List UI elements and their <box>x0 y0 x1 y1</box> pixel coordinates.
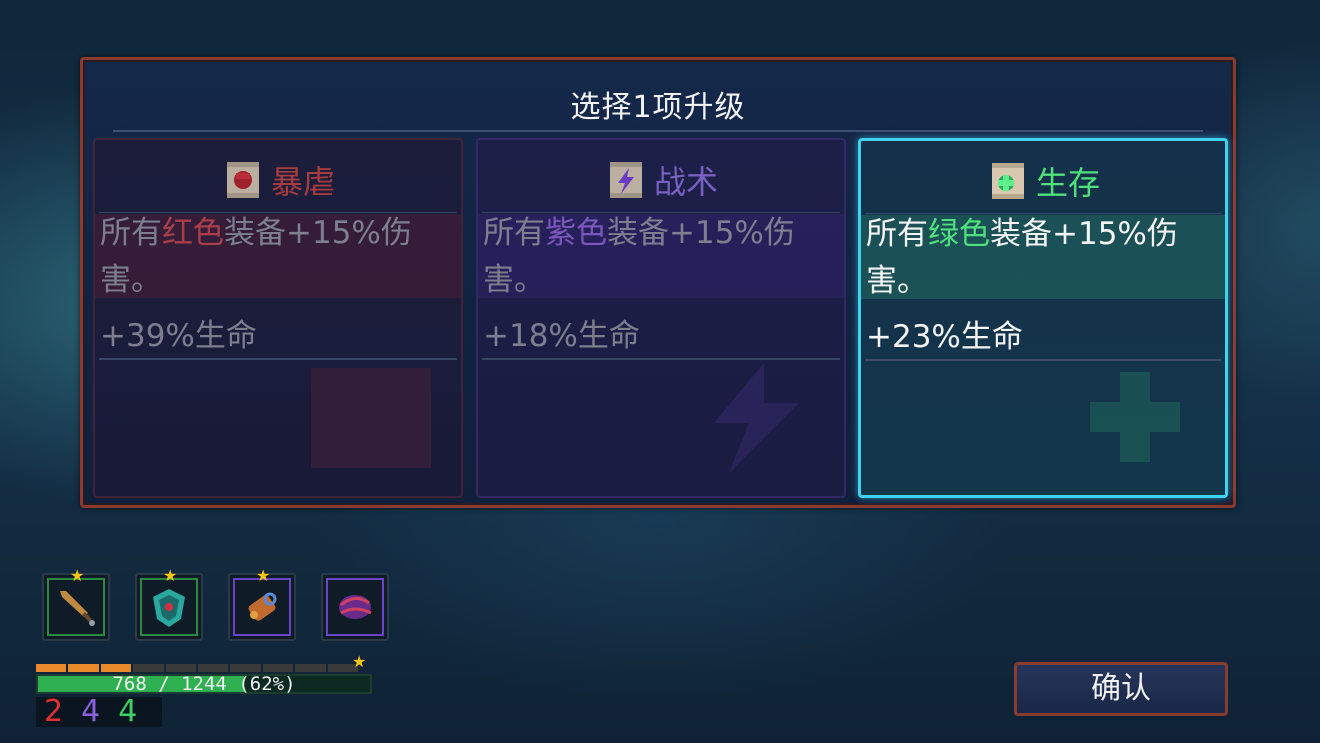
card-description: 所有红色装备+15%伤害。 <box>100 215 412 298</box>
bomb-icon <box>248 592 277 621</box>
upgrade-card-survival[interactable]: 生存 所有绿色装备+15%伤害。 +23%生命 <box>858 138 1228 498</box>
lightning-watermark-icon <box>684 358 824 478</box>
star-icon: ★ <box>70 566 85 585</box>
card-description: 所有绿色装备+15%伤害。 <box>866 216 1178 299</box>
health-bar: 768 / 1244 (62%) <box>36 673 372 695</box>
upgrade-card-tactics[interactable]: 战术 所有紫色装备+15%伤害。 +18%生命 <box>476 138 846 498</box>
equip-slot-shield[interactable]: ★ <box>135 566 203 641</box>
level-segment <box>165 664 197 672</box>
claw-icon <box>339 595 372 619</box>
card-header: 暴虐 <box>95 150 461 210</box>
equip-slot-bomb[interactable]: ★ <box>228 566 296 641</box>
level-segment <box>100 664 132 672</box>
green-count: 4 <box>118 694 138 729</box>
card-header: 生存 <box>861 151 1225 211</box>
card-stat: +23%生命 <box>866 319 1023 355</box>
red-count: 2 <box>44 694 64 729</box>
card-name: 生存 <box>1035 164 1100 202</box>
upgrade-panel: 选择1项升级 暴虐 所有红色装备+15%伤害。 +39%生命 战术 所有紫色装备… <box>80 57 1236 508</box>
star-icon: ★ <box>352 652 367 671</box>
star-icon: ★ <box>256 566 271 585</box>
heal-watermark-icon <box>1065 357 1205 477</box>
confirm-button[interactable]: 确认 <box>1014 662 1228 716</box>
health-text: 768 / 1244 (62%) <box>112 673 296 695</box>
fist-watermark-icon <box>301 358 441 478</box>
level-segment <box>36 664 67 672</box>
card-stat: +39%生命 <box>100 318 257 354</box>
card-description: 所有紫色装备+15%伤害。 <box>483 215 795 298</box>
star-icon: ★ <box>163 566 178 585</box>
color-counts: 2 4 4 <box>36 697 162 727</box>
level-segment <box>198 664 229 672</box>
title-divider <box>113 130 1203 132</box>
level-segment <box>262 664 294 672</box>
level-segment <box>133 664 164 672</box>
heal-scroll-icon <box>986 159 1030 203</box>
card-header: 战术 <box>478 150 844 210</box>
upgrade-card-brutality[interactable]: 暴虐 所有红色装备+15%伤害。 +39%生命 <box>93 138 463 498</box>
card-name: 战术 <box>653 163 718 201</box>
level-segment <box>230 664 261 672</box>
level-segment <box>295 664 326 672</box>
sword-icon <box>60 591 95 626</box>
level-segments <box>36 664 359 672</box>
card-name: 暴虐 <box>270 163 335 201</box>
level-segment <box>68 664 99 672</box>
lightning-scroll-icon <box>604 158 648 202</box>
equip-slot-claw[interactable] <box>321 573 389 641</box>
shield-icon <box>153 589 185 627</box>
card-stat: +18%生命 <box>483 318 640 354</box>
panel-title: 选择1项升级 <box>570 90 746 125</box>
purple-count: 4 <box>81 694 101 729</box>
health-display: ★ 768 / 1244 (62%) <box>36 652 374 696</box>
fist-scroll-icon <box>221 158 265 202</box>
equip-slot-sword[interactable]: ★ <box>42 566 110 641</box>
